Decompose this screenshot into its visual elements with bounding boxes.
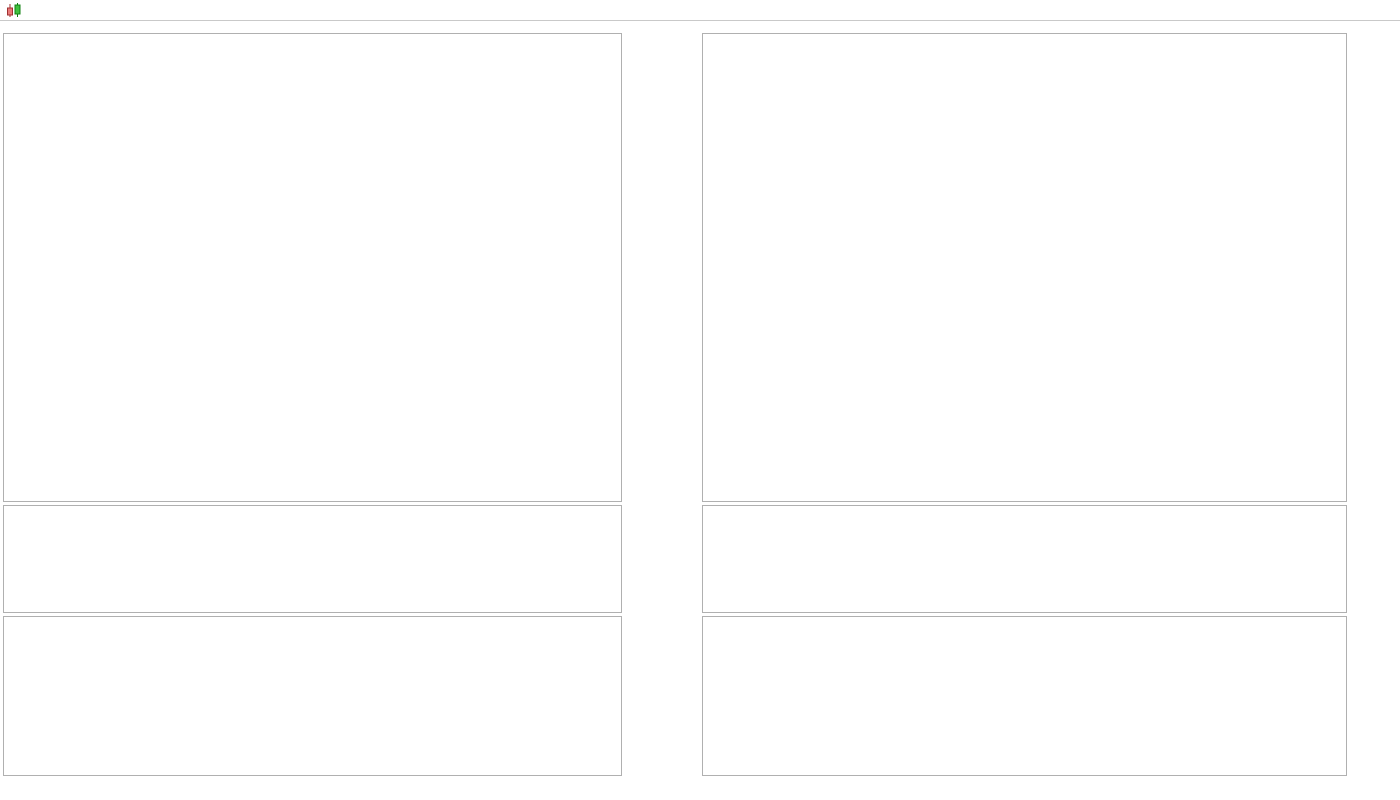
weekly-volume-panel bbox=[3, 505, 622, 613]
prorealtime-workspace bbox=[0, 0, 1400, 800]
copyright-note bbox=[706, 488, 718, 500]
weekly-volume-axis[interactable] bbox=[624, 505, 700, 611]
daily-date-axis[interactable] bbox=[702, 777, 1345, 800]
daily-rs-panel bbox=[702, 616, 1347, 776]
daily-price-panel bbox=[702, 33, 1347, 502]
weekly-rs-panel bbox=[3, 616, 622, 776]
timeframe-title-weekly bbox=[0, 20, 700, 33]
weekly-rs-plot[interactable] bbox=[4, 617, 621, 775]
daily-volume-panel bbox=[702, 505, 1347, 613]
daily-volume-axis[interactable] bbox=[1349, 505, 1400, 611]
instrument-titlebar bbox=[28, 3, 76, 17]
copyright-note bbox=[7, 488, 19, 500]
daily-rs-plot[interactable] bbox=[703, 617, 1346, 775]
weekly-price-plot[interactable] bbox=[4, 34, 621, 501]
header-bar bbox=[0, 0, 1400, 21]
weekly-rs-axis[interactable] bbox=[624, 616, 700, 774]
daily-price-axis[interactable] bbox=[1349, 33, 1400, 500]
weekly-price-panel bbox=[3, 33, 622, 502]
timeframe-title-daily bbox=[700, 20, 1400, 33]
daily-price-plot[interactable] bbox=[703, 34, 1346, 501]
weekly-price-axis[interactable] bbox=[624, 33, 700, 500]
weekly-volume-plot[interactable] bbox=[4, 506, 621, 612]
daily-volume-plot[interactable] bbox=[703, 506, 1346, 612]
candlestick-logo-icon bbox=[6, 3, 23, 21]
weekly-date-axis[interactable] bbox=[3, 777, 620, 800]
daily-rs-axis[interactable] bbox=[1349, 616, 1400, 774]
